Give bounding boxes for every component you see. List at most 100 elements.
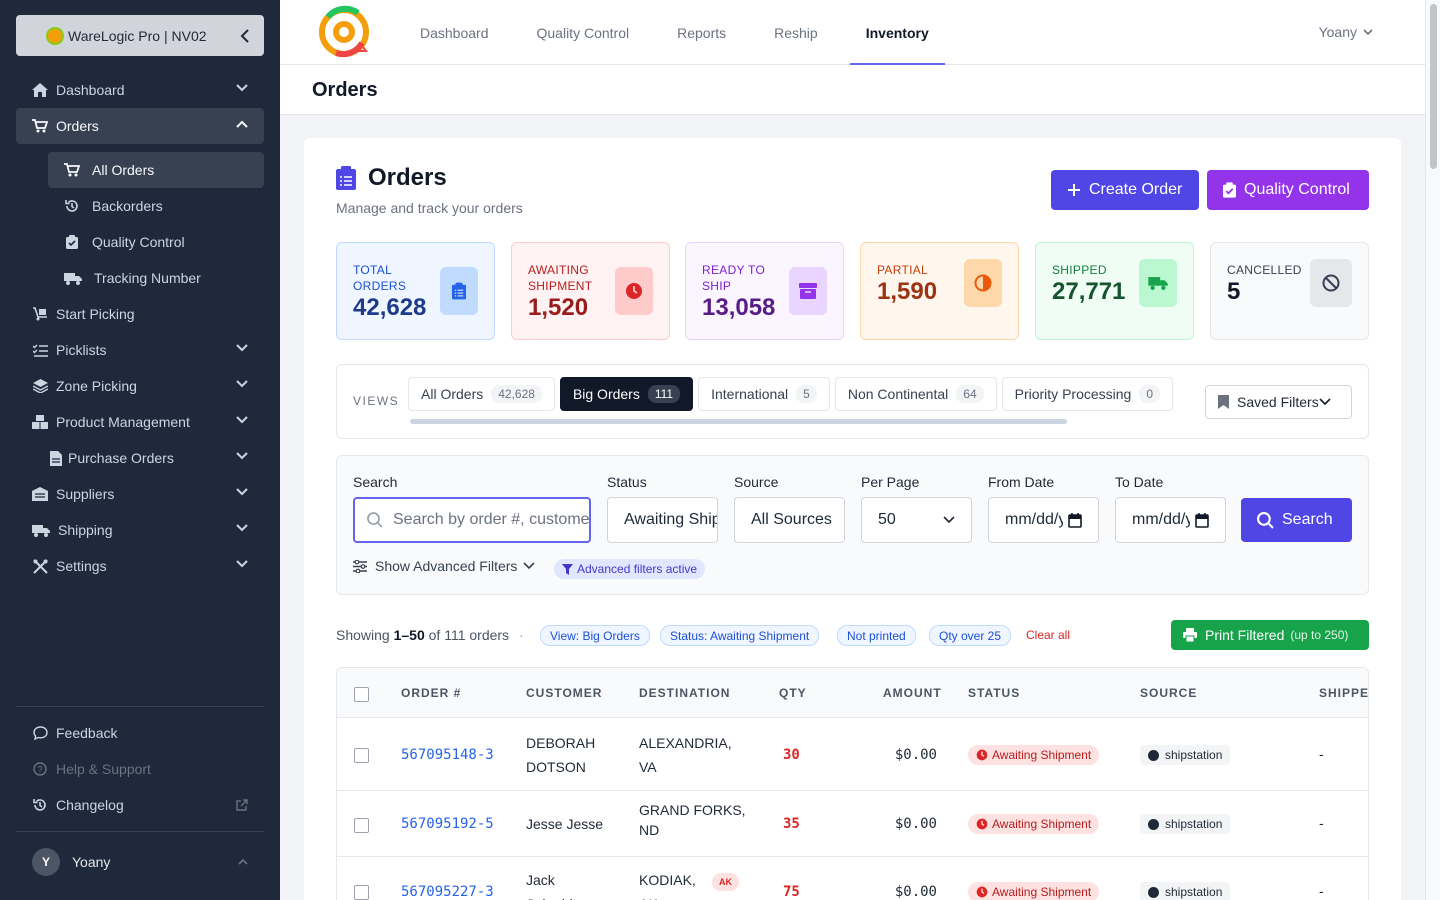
order-number-link[interactable]: 567095148-3 — [401, 743, 494, 767]
top-user-menu[interactable]: Yoany — [1319, 24, 1373, 40]
view-tab-non-continental[interactable]: Non Continental 64 — [834, 377, 997, 411]
clipboard-list-icon — [336, 166, 356, 190]
stat-card-partial[interactable]: PARTIAL 1,590 — [860, 242, 1019, 340]
shipped-value: - — [1319, 883, 1324, 899]
create-order-button[interactable]: Create Order — [1051, 170, 1199, 210]
order-number-link[interactable]: 567095227-3 — [401, 880, 494, 900]
per-page-select[interactable]: 50 — [861, 497, 972, 543]
stat-card-cancelled[interactable]: CANCELLED 5 — [1210, 242, 1369, 340]
tab-reports[interactable]: Reports — [661, 0, 742, 65]
plus-icon — [1068, 184, 1080, 196]
search-input[interactable]: Search by order #, customer — [353, 497, 591, 543]
status-badge-label: Awaiting Shipment — [992, 885, 1092, 899]
print-filtered-button[interactable]: Print Filtered (up to 250) — [1171, 620, 1369, 650]
table-row[interactable]: 567095192-5 Jesse Jesse GRAND FORKS, ND 3… — [337, 791, 1368, 857]
view-tab-all-orders[interactable]: All Orders 42,628 — [408, 377, 555, 411]
orders-table: ORDER # CUSTOMER DESTINATION QTY AMOUNT … — [336, 667, 1369, 900]
quality-control-button[interactable]: Quality Control — [1207, 170, 1369, 210]
sidebar-item-label: Purchase Orders — [68, 450, 174, 466]
from-date-input[interactable]: mm/dd/yyyy — [988, 497, 1099, 543]
source-select[interactable]: All Sources — [734, 497, 845, 543]
chevron-left-icon[interactable] — [240, 28, 250, 43]
cart-icon — [32, 118, 48, 134]
column-header-shipped[interactable]: SHIPPED — [1319, 686, 1368, 700]
tab-dashboard[interactable]: Dashboard — [404, 0, 505, 65]
sidebar-item-dashboard[interactable]: Dashboard — [16, 72, 264, 108]
sidebar-item-backorders[interactable]: Backorders — [48, 188, 264, 224]
sidebar-item-quality-control[interactable]: Quality Control — [48, 224, 264, 260]
app-logo-icon[interactable] — [318, 5, 372, 59]
sidebar-item-start-picking[interactable]: Start Picking — [16, 296, 264, 332]
to-date-input[interactable]: mm/dd/yyyy — [1115, 497, 1226, 543]
column-header-status[interactable]: STATUS — [968, 686, 1020, 700]
table-row[interactable]: 567095148-3 DEBORAH DOTSON ALEXANDRIA, VA … — [337, 718, 1368, 791]
stat-card-total-orders[interactable]: TOTAL ORDERS 42,628 — [336, 242, 495, 340]
print-filtered-note: (up to 250) — [1290, 628, 1349, 642]
column-header-amount[interactable]: AMOUNT — [883, 686, 942, 700]
sidebar-item-orders[interactable]: Orders — [16, 108, 264, 144]
column-header-order[interactable]: ORDER # — [401, 686, 461, 700]
ban-icon — [1310, 259, 1352, 307]
view-tab-priority-processing[interactable]: Priority Processing 0 — [1001, 377, 1174, 411]
view-tab-international[interactable]: International 5 — [698, 377, 830, 411]
clear-all-link[interactable]: Clear all — [1026, 628, 1070, 642]
tab-inventory[interactable]: Inventory — [849, 0, 945, 65]
filter-chip-status[interactable]: Status: Awaiting Shipment — [660, 625, 820, 646]
stat-card-ready-to-ship[interactable]: READY TO SHIP 13,058 — [685, 242, 844, 340]
status-select[interactable]: Awaiting Shipment — [607, 497, 718, 543]
sidebar-item-product-management[interactable]: Product Management — [16, 404, 264, 440]
row-checkbox[interactable] — [354, 818, 369, 833]
per-page-value: 50 — [878, 511, 896, 528]
order-number-link[interactable]: 567095192-5 — [401, 812, 494, 836]
stat-card-shipped[interactable]: SHIPPED 27,771 — [1035, 242, 1194, 340]
tab-quality-control[interactable]: Quality Control — [521, 0, 646, 65]
view-tab-big-orders[interactable]: Big Orders 111 — [559, 377, 694, 411]
user-menu[interactable]: Y Yoany — [16, 846, 264, 878]
layers-icon — [32, 378, 48, 394]
sidebar-item-purchase-orders[interactable]: Purchase Orders — [16, 440, 264, 476]
advanced-filters-toggle[interactable]: Show Advanced Filters — [353, 558, 543, 574]
chevron-down-icon — [236, 488, 248, 496]
page-scrollbar[interactable] — [1425, 0, 1440, 900]
circle-half-icon — [964, 259, 1002, 307]
tab-reship[interactable]: Reship — [758, 0, 834, 65]
sidebar-item-tracking-number[interactable]: Tracking Number — [48, 260, 264, 296]
page-header: Orders — [280, 65, 1425, 115]
search-button[interactable]: Search — [1241, 498, 1352, 542]
sidebar-item-suppliers[interactable]: Suppliers — [16, 476, 264, 512]
row-checkbox[interactable] — [354, 885, 369, 900]
sidebar-item-shipping[interactable]: Shipping — [16, 512, 264, 548]
brand-switcher[interactable]: WareLogic Pro | NV02 — [16, 15, 264, 56]
sidebar-item-zone-picking[interactable]: Zone Picking — [16, 368, 264, 404]
sidebar-item-label: Quality Control — [92, 234, 185, 250]
sidebar-item-picklists[interactable]: Picklists — [16, 332, 264, 368]
column-header-qty[interactable]: QTY — [779, 686, 807, 700]
brand-name: WareLogic Pro | NV02 — [68, 27, 207, 44]
calendar-icon[interactable] — [1068, 512, 1082, 528]
search-placeholder: Search by order #, customer — [393, 511, 591, 528]
column-header-source[interactable]: SOURCE — [1140, 686, 1197, 700]
sidebar-item-help-support[interactable]: ? Help & Support — [16, 751, 264, 787]
sidebar-item-all-orders[interactable]: All Orders — [48, 152, 264, 188]
filter-chip-view[interactable]: View: Big Orders — [540, 625, 650, 646]
sidebar-item-feedback[interactable]: Feedback — [16, 715, 264, 751]
source-label: Source — [734, 474, 779, 490]
chevron-up-icon — [238, 859, 248, 865]
saved-filters-button[interactable]: Saved Filters — [1205, 385, 1352, 419]
sidebar-item-label: Settings — [56, 558, 107, 574]
filter-chip-not-printed[interactable]: Not printed — [837, 625, 916, 646]
sidebar-item-settings[interactable]: Settings — [16, 548, 264, 584]
calendar-icon[interactable] — [1195, 512, 1209, 528]
row-checkbox[interactable] — [354, 748, 369, 763]
column-header-destination[interactable]: DESTINATION — [639, 686, 730, 700]
table-row[interactable]: 567095227-3 JackSchmidt KODIAK,AK AK 75 … — [337, 857, 1368, 900]
select-all-checkbox[interactable] — [354, 687, 369, 702]
customer-cell: Jesse Jesse — [526, 812, 603, 836]
views-scrollbar[interactable] — [410, 419, 1067, 424]
filter-chip-qty[interactable]: Qty over 25 — [929, 625, 1012, 646]
column-header-customer[interactable]: CUSTOMER — [526, 686, 602, 700]
scrollbar-thumb[interactable] — [1430, 4, 1437, 169]
stat-card-awaiting-shipment[interactable]: AWAITING SHIPMENT 1,520 — [511, 242, 670, 340]
search-field: Search Search by order #, customer — [353, 474, 591, 543]
sidebar-item-changelog[interactable]: Changelog — [16, 787, 264, 823]
